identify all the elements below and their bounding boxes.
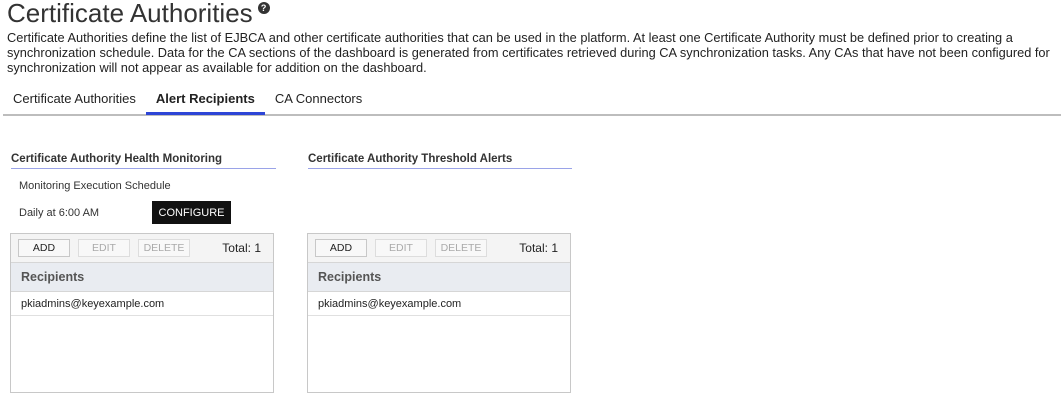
health-recipients-grid: ADD EDIT DELETE Total: 1 Recipients pkia…: [10, 233, 274, 393]
edit-button[interactable]: EDIT: [78, 239, 130, 257]
page-title: Certificate Authorities: [7, 0, 253, 28]
health-monitoring-title: Certificate Authority Health Monitoring: [11, 153, 276, 169]
total-count: Total: 1: [222, 241, 261, 255]
edit-button[interactable]: EDIT: [375, 239, 427, 257]
recipients-column-header[interactable]: Recipients: [308, 262, 570, 292]
add-button[interactable]: ADD: [18, 239, 70, 257]
total-count: Total: 1: [519, 241, 558, 255]
page-header: Certificate Authorities ? Certificate Au…: [7, 0, 1057, 75]
add-button[interactable]: ADD: [315, 239, 367, 257]
threshold-recipients-grid: ADD EDIT DELETE Total: 1 Recipients pkia…: [307, 233, 571, 393]
table-row[interactable]: pkiadmins@keyexample.com: [11, 292, 273, 316]
threshold-alerts-title: Certificate Authority Threshold Alerts: [308, 153, 572, 169]
delete-button[interactable]: DELETE: [138, 239, 190, 257]
table-row[interactable]: pkiadmins@keyexample.com: [308, 292, 570, 316]
tab-certificate-authorities[interactable]: Certificate Authorities: [3, 85, 146, 113]
tab-bar: Certificate Authorities Alert Recipients…: [3, 85, 1061, 116]
tab-alert-recipients[interactable]: Alert Recipients: [145, 85, 265, 115]
tab-ca-connectors[interactable]: CA Connectors: [265, 85, 372, 113]
question-circle-icon[interactable]: ?: [257, 2, 270, 14]
delete-button[interactable]: DELETE: [435, 239, 487, 257]
recipients-column-header[interactable]: Recipients: [11, 262, 273, 292]
page-description: Certificate Authorities define the list …: [7, 30, 1050, 75]
grid-toolbar: ADD EDIT DELETE Total: 1: [308, 234, 570, 262]
grid-toolbar: ADD EDIT DELETE Total: 1: [11, 234, 273, 262]
schedule-label: Monitoring Execution Schedule: [19, 180, 171, 192]
configure-button[interactable]: CONFIGURE: [152, 201, 231, 224]
schedule-value: Daily at 6:00 AM: [19, 207, 100, 219]
